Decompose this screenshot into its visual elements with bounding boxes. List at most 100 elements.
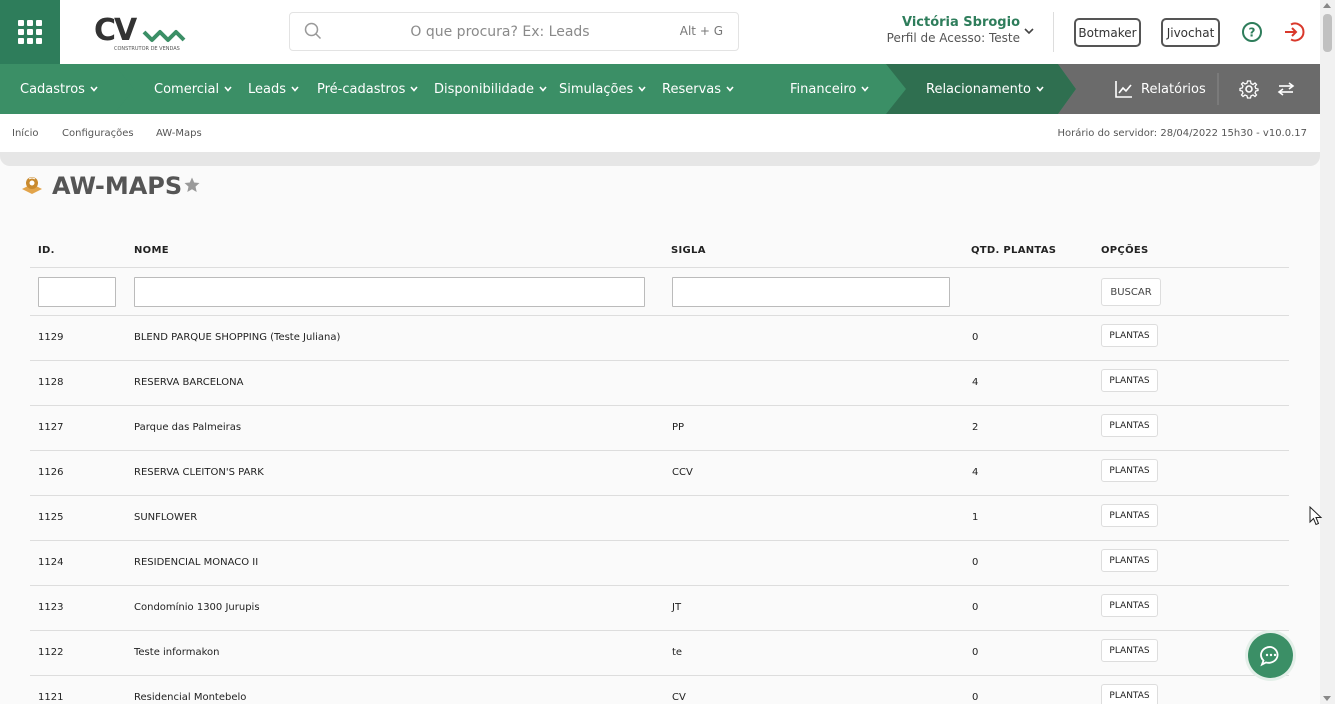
table-row: 1129 BLEND PARQUE SHOPPING (Teste Juliana…: [30, 316, 1289, 361]
nav-financeiro[interactable]: Financeiro: [790, 64, 870, 114]
plantas-button[interactable]: PLANTAS: [1101, 684, 1158, 704]
plantas-button[interactable]: PLANTAS: [1101, 594, 1158, 617]
scroll-down-arrow[interactable]: [1323, 696, 1331, 701]
aw-maps-table: ID. NOME SIGLA QTD. PLANTAS OPÇÕES BUSCA…: [30, 235, 1289, 704]
cell-qtd-plantas: 0: [972, 602, 979, 613]
cell-nome: Condomínio 1300 Jurupis: [134, 602, 260, 613]
map-pin-icon: [22, 177, 42, 194]
header-shadow: [0, 152, 1320, 166]
grid-icon: [18, 20, 42, 44]
column-header-id[interactable]: ID.: [38, 245, 55, 256]
breadcrumb-aw-maps[interactable]: AW-Maps: [156, 128, 202, 139]
scroll-thumb[interactable]: [1323, 14, 1332, 52]
main-navigation: Cadastros Comercial Leads Pré-cadastros …: [0, 64, 1320, 114]
chevron-down-icon: [726, 86, 734, 92]
column-header-qtd-plantas[interactable]: QTD. PLANTAS: [971, 245, 1056, 256]
cell-qtd-plantas: 0: [972, 692, 979, 703]
nav-leads[interactable]: Leads: [248, 64, 300, 114]
breadcrumb-configuracoes[interactable]: Configurações: [62, 128, 134, 139]
table-body: 1129 BLEND PARQUE SHOPPING (Teste Juliana…: [30, 316, 1289, 704]
cell-id: 1127: [38, 422, 64, 433]
nav-disponibilidade[interactable]: Disponibilidade: [434, 64, 548, 114]
search-icon[interactable]: [304, 22, 322, 40]
plantas-button[interactable]: PLANTAS: [1101, 504, 1158, 527]
nav-pre-cadastros[interactable]: Pré-cadastros: [317, 64, 419, 114]
cv-logo[interactable]: CV CONSTRUTOR DE VENDAS: [92, 10, 188, 54]
user-name[interactable]: Victória Sbrogio: [860, 15, 1020, 30]
nav-label: Comercial: [154, 81, 220, 97]
nav-label: Cadastros: [20, 81, 85, 97]
chevron-down-icon[interactable]: [1022, 24, 1036, 38]
nav-relatorios[interactable]: Relatórios: [1115, 64, 1206, 114]
cell-id: 1124: [38, 557, 64, 568]
plantas-button[interactable]: PLANTAS: [1101, 639, 1158, 662]
mouse-cursor-icon: [1309, 506, 1323, 526]
scroll-up-arrow[interactable]: [1323, 3, 1331, 8]
nav-cadastros[interactable]: Cadastros: [20, 64, 99, 114]
search-input[interactable]: [330, 17, 670, 47]
nav-label: Pré-cadastros: [317, 81, 406, 97]
nav-reservas[interactable]: Reservas: [662, 64, 735, 114]
cell-nome: RESERVA BARCELONA: [134, 377, 244, 388]
plantas-button[interactable]: PLANTAS: [1101, 549, 1158, 572]
breadcrumb: Início Configurações AW-Maps Horário do …: [0, 114, 1320, 154]
botmaker-button[interactable]: Botmaker: [1074, 18, 1141, 47]
chat-bubble-icon: [1259, 645, 1278, 666]
cell-nome: Parque das Palmeiras: [134, 422, 242, 433]
nav-label: Reservas: [662, 81, 721, 97]
cell-qtd-plantas: 4: [972, 467, 979, 478]
chevron-down-icon: [90, 86, 98, 92]
server-time: Horário do servidor: 28/04/2022 15h30 - …: [1057, 128, 1307, 139]
nav-comercial[interactable]: Comercial: [154, 64, 233, 114]
table-row: 1124 RESIDENCIAL MONACO II 0 PLANTAS: [30, 541, 1289, 586]
cell-id: 1128: [38, 377, 64, 388]
chevron-down-icon: [861, 86, 869, 92]
cell-qtd-plantas: 0: [972, 332, 979, 343]
column-header-nome[interactable]: NOME: [134, 245, 169, 256]
table-row: 1123 Condomínio 1300 Jurupis JT 0 PLANTAS: [30, 586, 1289, 631]
nav-label: Disponibilidade: [434, 81, 535, 97]
column-header-sigla[interactable]: SIGLA: [671, 245, 706, 256]
cell-qtd-plantas: 2: [972, 422, 979, 433]
jivochat-button[interactable]: Jivochat: [1161, 18, 1220, 47]
chevron-down-icon: [224, 86, 232, 92]
cell-nome: Residencial Montebelo: [134, 692, 247, 703]
page-title: AW-MAPS: [52, 172, 183, 200]
chat-button[interactable]: [1248, 633, 1293, 678]
search-shortcut-hint: Alt + G: [679, 24, 723, 38]
nav-label: Simulações: [559, 81, 634, 97]
filter-row: BUSCAR: [30, 268, 1289, 316]
chevron-down-icon: [638, 86, 646, 92]
vertical-scrollbar[interactable]: [1320, 0, 1335, 704]
plantas-button[interactable]: PLANTAS: [1101, 324, 1158, 347]
logout-icon[interactable]: [1283, 21, 1305, 43]
swap-arrows-icon[interactable]: [1274, 77, 1298, 101]
breadcrumb-inicio[interactable]: Início: [12, 128, 38, 139]
filter-sigla-input[interactable]: [672, 277, 950, 307]
table-header: ID. NOME SIGLA QTD. PLANTAS OPÇÕES: [30, 235, 1289, 268]
global-search: Alt + G: [289, 12, 739, 51]
nav-label: Relacionamento: [926, 81, 1031, 97]
help-icon[interactable]: ?: [1241, 21, 1263, 43]
table-row: 1126 RESERVA CLEITON'S PARK CCV 4 PLANTAS: [30, 451, 1289, 496]
user-menu[interactable]: Victória Sbrogio Perfil de Acesso: Teste: [860, 15, 1020, 45]
user-profile[interactable]: Perfil de Acesso: Teste: [860, 31, 1020, 45]
plantas-button[interactable]: PLANTAS: [1101, 459, 1158, 482]
chevron-down-icon: [1036, 86, 1044, 92]
nav-relacionamento[interactable]: Relacionamento: [926, 64, 1045, 114]
nav-simulacoes[interactable]: Simulações: [559, 64, 647, 114]
cell-id: 1122: [38, 647, 64, 658]
chevron-down-icon: [410, 86, 418, 92]
buscar-button[interactable]: BUSCAR: [1101, 278, 1161, 306]
filter-nome-input[interactable]: [134, 277, 645, 307]
cell-sigla: PP: [672, 422, 685, 433]
filter-id-input[interactable]: [38, 277, 116, 307]
cell-qtd-plantas: 4: [972, 377, 979, 388]
star-icon[interactable]: [183, 176, 201, 194]
cell-qtd-plantas: 0: [972, 557, 979, 568]
plantas-button[interactable]: PLANTAS: [1101, 414, 1158, 437]
table-row: 1125 SUNFLOWER 1 PLANTAS: [30, 496, 1289, 541]
apps-menu-button[interactable]: [0, 0, 60, 64]
gear-icon[interactable]: [1237, 77, 1261, 101]
plantas-button[interactable]: PLANTAS: [1101, 369, 1158, 392]
